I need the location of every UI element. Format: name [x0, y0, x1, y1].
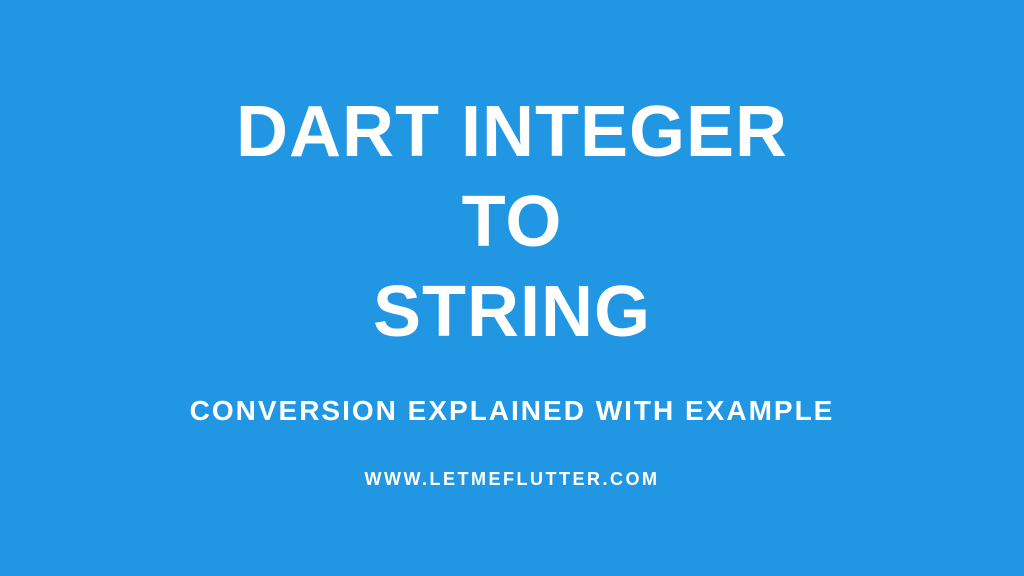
title-line-1: DART INTEGER — [236, 87, 788, 177]
title-line-3: STRING — [236, 267, 788, 357]
website-url: WWW.LETMEFLUTTER.COM — [365, 469, 660, 490]
subtitle: CONVERSION EXPLAINED WITH EXAMPLE — [190, 395, 835, 427]
title-line-2: TO — [236, 177, 788, 267]
main-title: DART INTEGER TO STRING — [236, 87, 788, 357]
